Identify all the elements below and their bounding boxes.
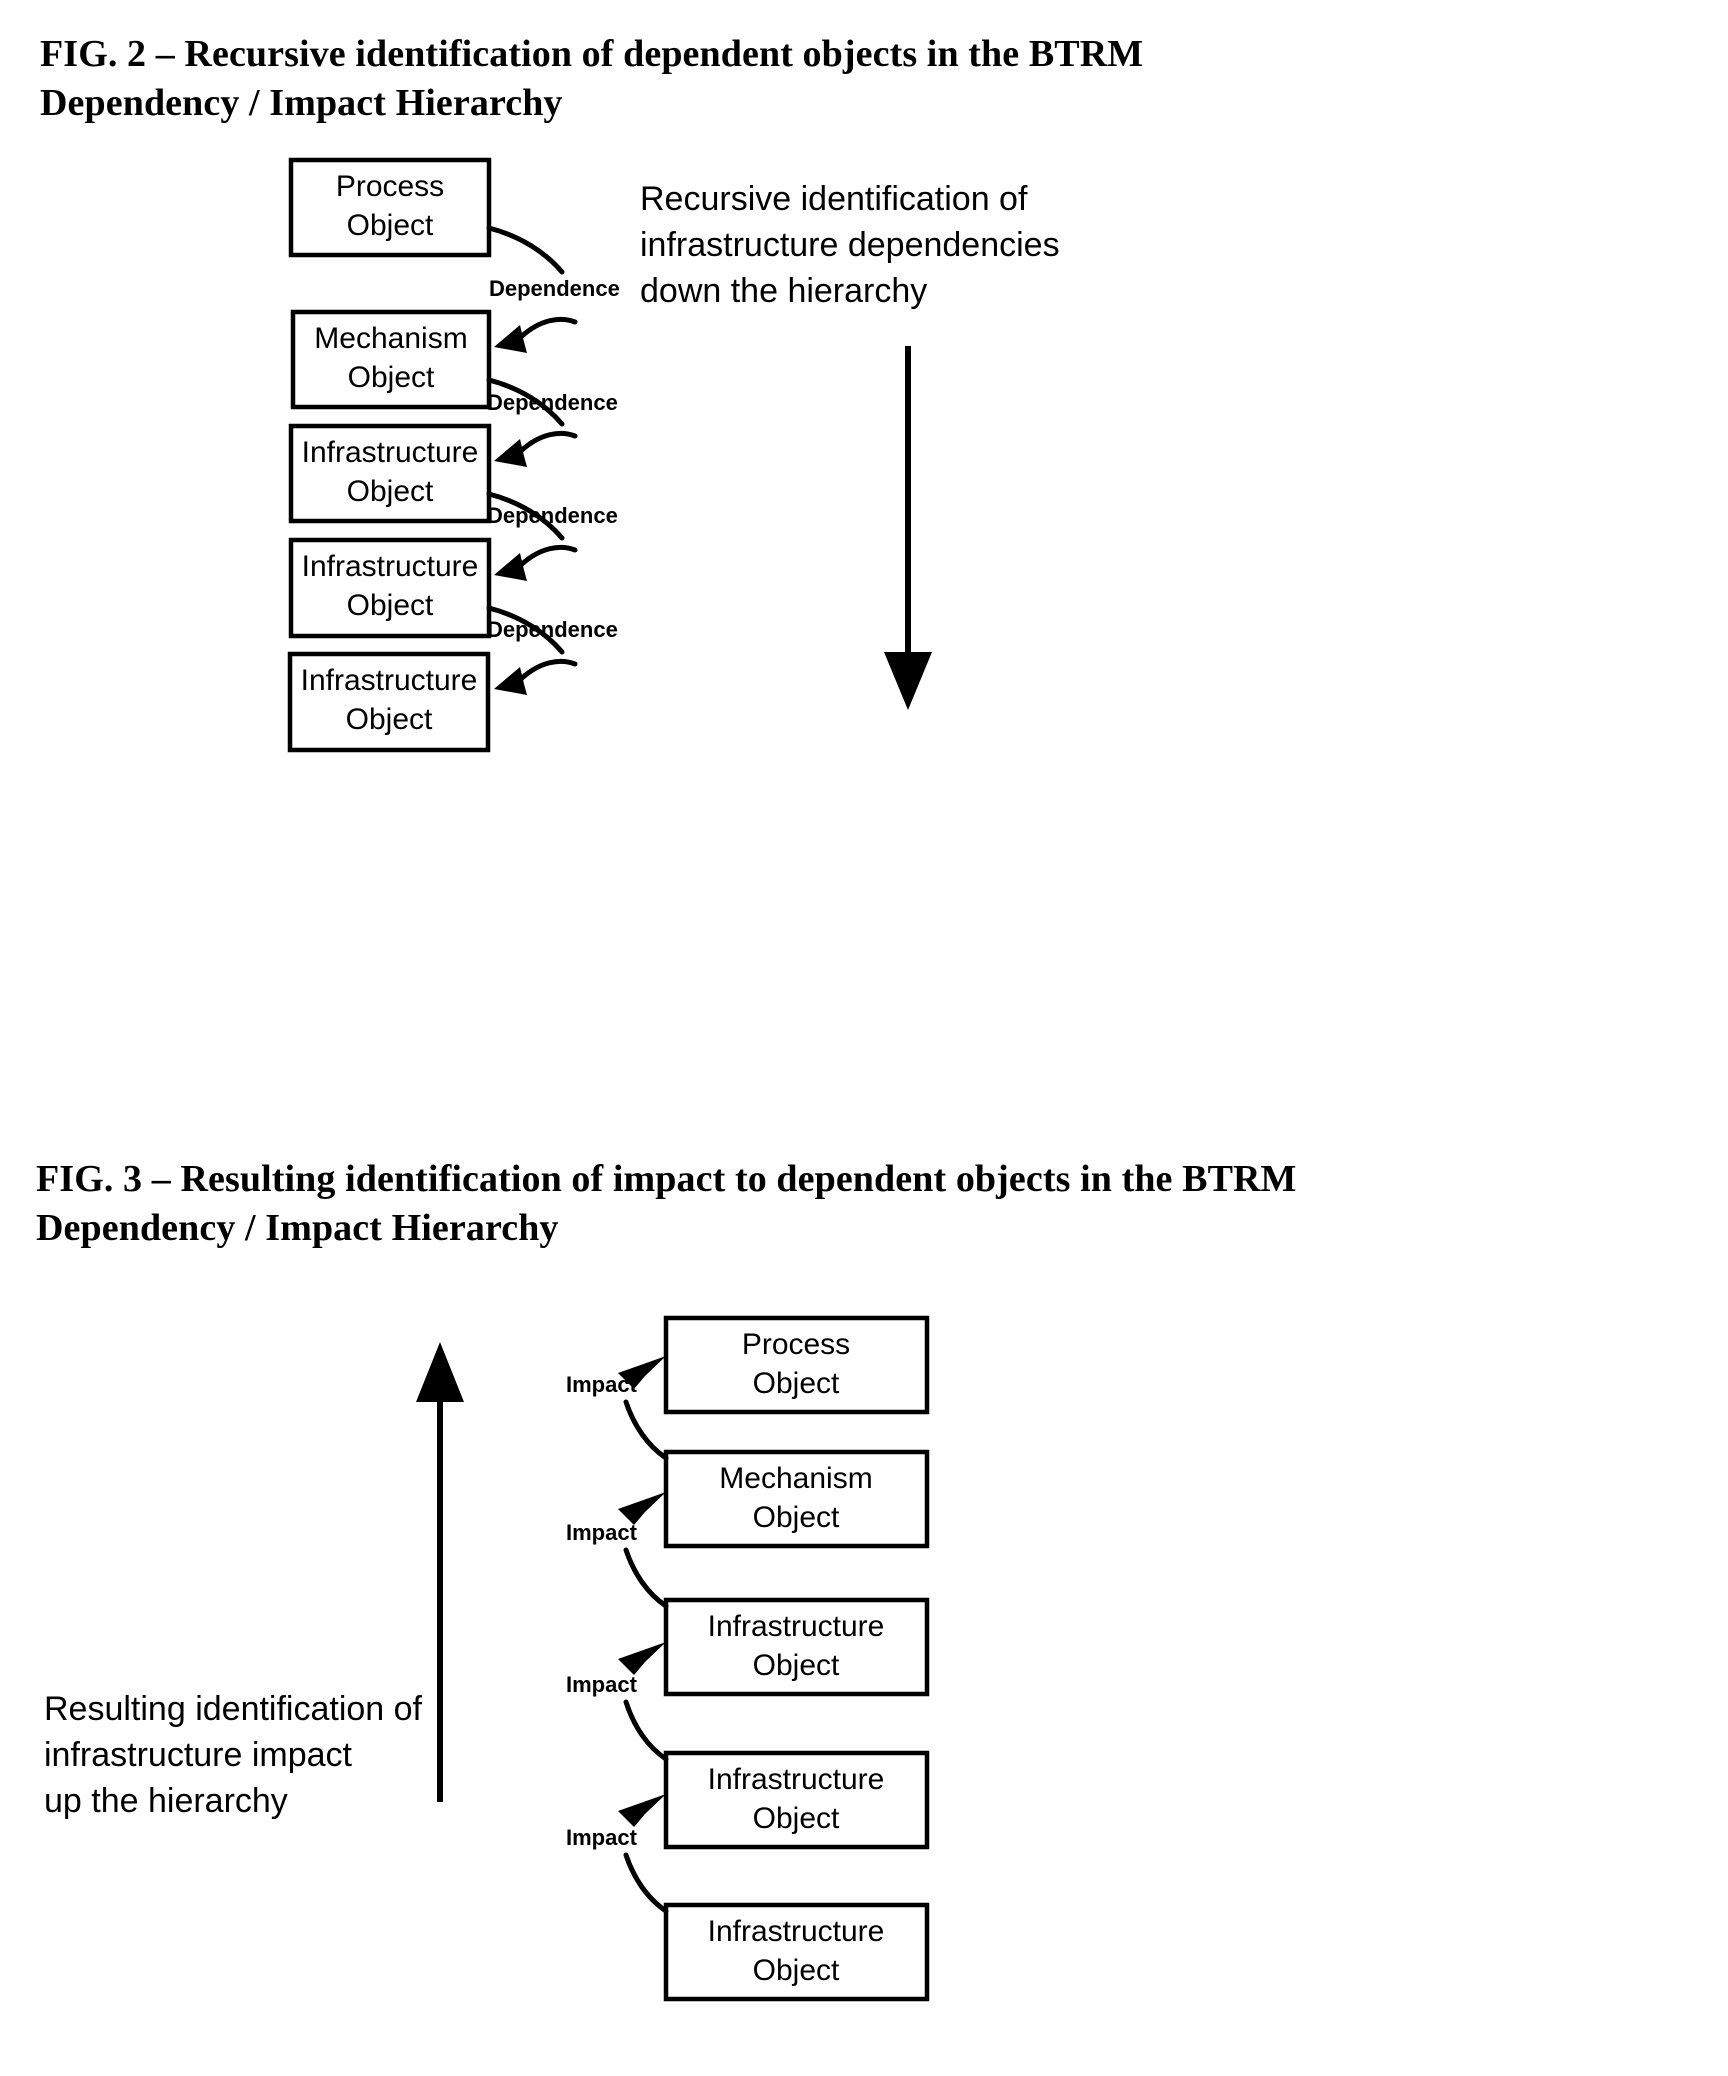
fig2-box-2: Mechanism Object <box>290 309 492 410</box>
fig3-arrowhead-3 <box>618 1642 666 1675</box>
fig2-direction-arrow-down-icon <box>884 346 932 710</box>
fig3-box-5-line2: Object <box>753 1954 840 1987</box>
fig3-box-3-line2: Object <box>753 1649 840 1682</box>
fig2-dependence-connector-2: Dependence <box>486 377 618 467</box>
fig2-arrowhead-3 <box>494 553 527 581</box>
fig2-edge-label-4: Dependence <box>487 617 618 642</box>
fig2-box-2-line2: Object <box>348 361 435 394</box>
fig3-edge-label-1: Impact <box>566 1372 638 1397</box>
fig3-caption: FIG. 3 – Resulting identification of imp… <box>36 1158 1297 1250</box>
fig2-box-1-line2: Object <box>347 209 434 242</box>
fig3-box-1-line1: Process <box>742 1328 850 1361</box>
fig2-dependence-connector-1: Dependence <box>486 225 620 353</box>
fig3-box-1-line2: Object <box>753 1367 840 1400</box>
fig2-side-note: Recursive identification of infrastructu… <box>640 180 1060 310</box>
fig2-side-note-line1: Recursive identification of <box>640 180 1028 218</box>
fig2-diagram: Process Object Mechanism Object Infrastr… <box>0 140 1728 753</box>
fig2-caption: FIG. 2 – Recursive identification of dep… <box>40 33 1144 125</box>
fig3-side-note-line3: up the hierarchy <box>44 1782 288 1820</box>
fig3-box-5-line1: Infrastructure <box>708 1915 885 1948</box>
fig2-box-1: Process Object <box>288 157 492 258</box>
fig3-side-note: Resulting identification of infrastructu… <box>44 1690 423 1820</box>
fig2-side-note-line3: down the hierarchy <box>640 272 927 310</box>
fig3-box-2-line1: Mechanism <box>719 1462 872 1495</box>
fig3-box-1: Process Object <box>663 1315 930 1415</box>
fig3-impact-connector-1: Impact <box>566 1356 669 1461</box>
fig2-box-3-line1: Infrastructure <box>302 436 479 469</box>
fig3-box-4-line1: Infrastructure <box>708 1763 885 1796</box>
figure-sheet: FIG. 2 – Recursive identification of dep… <box>0 0 1728 2076</box>
fig2-arrowhead-1 <box>494 325 527 353</box>
fig2-box-5-line1: Infrastructure <box>301 664 478 697</box>
fig3-edge-label-4: Impact <box>566 1825 638 1850</box>
fig3-impact-connector-2: Impact <box>566 1492 669 1609</box>
fig2-box-3-line2: Object <box>347 475 434 508</box>
fig3-diagram: Process Object Mechanism Object Infrastr… <box>0 1280 1728 2020</box>
fig3-impact-connector-3: Impact <box>566 1642 669 1762</box>
fig2-edge-label-1: Dependence <box>489 276 620 301</box>
fig3-box-3: Infrastructure Object <box>663 1597 930 1697</box>
fig2-box-5-line2: Object <box>346 703 433 736</box>
fig3-direction-arrowhead-up <box>416 1342 464 1402</box>
fig2-box-4-line1: Infrastructure <box>302 550 479 583</box>
fig3-impact-connector-4: Impact <box>566 1794 669 1914</box>
fig3-side-note-line1: Resulting identification of <box>44 1690 423 1728</box>
fig3-box-4-line2: Object <box>753 1802 840 1835</box>
fig2-direction-arrowhead-down <box>884 652 932 710</box>
fig2-arrowhead-2 <box>494 439 527 467</box>
fig3-box-2: Mechanism Object <box>663 1449 930 1549</box>
fig2-dependence-connector-4: Dependence <box>486 605 618 695</box>
fig2-edge-label-2: Dependence <box>487 390 618 415</box>
fig2-box-2-line1: Mechanism <box>314 322 467 355</box>
fig2-arrowhead-4 <box>494 667 527 695</box>
fig3-box-5: Infrastructure Object <box>663 1902 930 2002</box>
fig2-box-1-line1: Process <box>336 170 444 203</box>
fig2-side-note-line2: infrastructure dependencies <box>640 226 1060 264</box>
fig3-edge-label-2: Impact <box>566 1520 638 1545</box>
fig3-arrowhead-4 <box>618 1794 666 1827</box>
fig2-box-3: Infrastructure Object <box>288 423 492 524</box>
fig3-box-2-line2: Object <box>753 1501 840 1534</box>
fig2-dependence-connector-3: Dependence <box>486 491 618 581</box>
fig3-box-4: Infrastructure Object <box>663 1750 930 1850</box>
fig3-edge-label-3: Impact <box>566 1672 638 1697</box>
fig2-box-5: Infrastructure Object <box>287 651 491 753</box>
fig3-side-note-line2: infrastructure impact <box>44 1736 353 1774</box>
fig2-edge-label-3: Dependence <box>487 503 618 528</box>
fig2-box-4-line2: Object <box>347 589 434 622</box>
fig3-box-3-line1: Infrastructure <box>708 1610 885 1643</box>
fig2-box-4: Infrastructure Object <box>288 537 492 639</box>
fig3-direction-arrow-up-icon <box>416 1342 464 1802</box>
